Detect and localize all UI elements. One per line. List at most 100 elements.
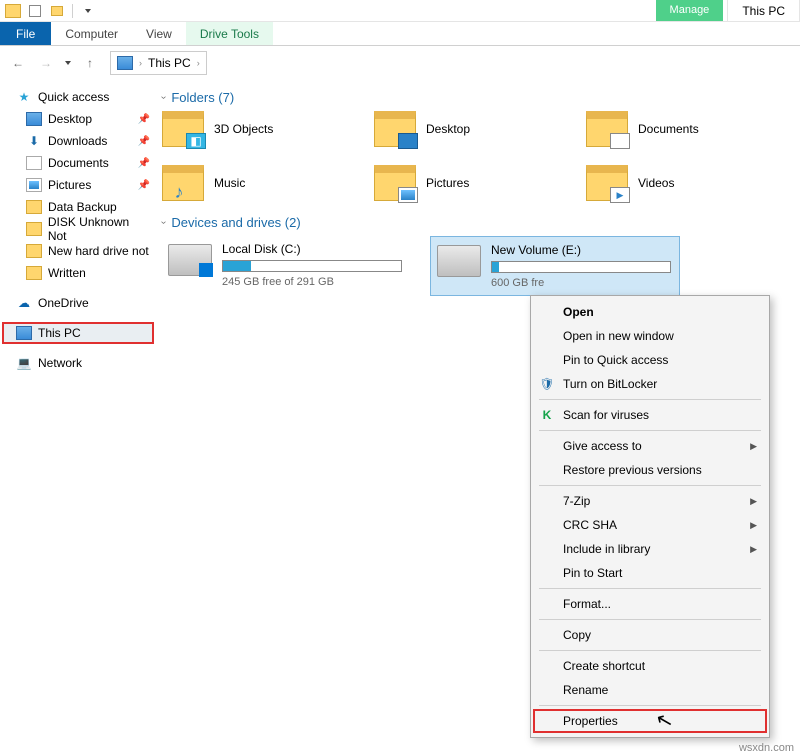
ctx-crc-sha[interactable]: CRC SHA▶ xyxy=(533,513,767,537)
folder-icon xyxy=(586,165,628,201)
drives-header[interactable]: › Devices and drives (2) xyxy=(162,215,798,230)
pictures-icon xyxy=(26,178,42,192)
folder-documents[interactable]: Documents xyxy=(586,111,798,147)
pin-icon: 📌 xyxy=(138,158,150,169)
this-pc-icon xyxy=(16,326,32,340)
back-button[interactable]: ← xyxy=(6,51,30,75)
ctx-copy[interactable]: Copy xyxy=(533,623,767,647)
folder-icon xyxy=(26,222,42,236)
drive-icon xyxy=(437,245,481,277)
submenu-arrow-icon: ▶ xyxy=(750,441,757,452)
breadcrumb-location[interactable]: This PC xyxy=(148,56,191,70)
ctx-open[interactable]: Open xyxy=(533,300,767,324)
tree-new-hard-drive[interactable]: New hard drive not xyxy=(2,240,154,262)
ribbon-computer[interactable]: Computer xyxy=(51,22,132,45)
ctx-include-library[interactable]: Include in library▶ xyxy=(533,537,767,561)
ctx-properties[interactable]: Properties xyxy=(533,709,767,733)
ctx-scan-viruses[interactable]: KScan for viruses xyxy=(533,403,767,427)
ctx-7zip[interactable]: 7-Zip▶ xyxy=(533,489,767,513)
folder-label: Pictures xyxy=(426,176,469,190)
folder-icon: ♪ xyxy=(162,165,204,201)
ctx-pin-start[interactable]: Pin to Start xyxy=(533,561,767,585)
folder-label: Videos xyxy=(638,176,674,190)
explorer-icon[interactable] xyxy=(4,2,22,20)
this-pc-icon xyxy=(117,56,133,70)
document-icon xyxy=(26,156,42,170)
folder-3d-objects[interactable]: ◧ 3D Objects xyxy=(162,111,374,147)
drive-e[interactable]: New Volume (E:) 600 GB fre xyxy=(430,236,680,296)
tree-network[interactable]: 💻 Network xyxy=(2,352,154,374)
tree-onedrive[interactable]: ☁ OneDrive xyxy=(2,292,154,314)
tree-downloads[interactable]: ⬇ Downloads 📌 xyxy=(2,130,154,152)
tree-label: Downloads xyxy=(48,134,107,148)
folder-pictures[interactable]: Pictures xyxy=(374,165,586,201)
tree-disk-unknown[interactable]: DISK Unknown Not xyxy=(2,218,154,240)
drive-free-text: 245 GB free of 291 GB xyxy=(222,276,406,288)
manage-contextual-tab[interactable]: Manage xyxy=(656,0,724,21)
folder-icon xyxy=(586,111,628,147)
tree-quick-access[interactable]: ★ Quick access xyxy=(2,86,154,108)
folder-label: Documents xyxy=(638,122,699,136)
qat-customize-icon[interactable] xyxy=(79,2,97,20)
desktop-icon xyxy=(26,112,42,126)
tree-written[interactable]: Written xyxy=(2,262,154,284)
folders-header[interactable]: › Folders (7) xyxy=(162,90,798,105)
folder-videos[interactable]: Videos xyxy=(586,165,798,201)
chevron-right-icon: › xyxy=(139,58,142,68)
recent-locations-button[interactable] xyxy=(62,51,74,75)
up-button[interactable]: ↑ xyxy=(78,51,102,75)
ribbon-view[interactable]: View xyxy=(132,22,186,45)
ctx-separator xyxy=(539,705,761,706)
tree-desktop[interactable]: Desktop 📌 xyxy=(2,108,154,130)
ribbon: File Computer View Drive Tools xyxy=(0,22,800,46)
pictures-overlay-icon xyxy=(398,187,418,203)
pin-icon: 📌 xyxy=(138,136,150,147)
tree-label: Written xyxy=(48,266,86,280)
folder-icon xyxy=(26,200,42,214)
ribbon-drive-tools[interactable]: Drive Tools xyxy=(186,22,273,45)
properties-icon[interactable] xyxy=(26,2,44,20)
ctx-give-access[interactable]: Give access to▶ xyxy=(533,434,767,458)
tree-pictures[interactable]: Pictures 📌 xyxy=(2,174,154,196)
cloud-icon: ☁ xyxy=(16,296,32,310)
ribbon-file[interactable]: File xyxy=(0,22,51,45)
drive-c[interactable]: Local Disk (C:) 245 GB free of 291 GB xyxy=(162,236,412,296)
qat-separator xyxy=(72,4,73,18)
drive-usage-bar xyxy=(491,261,671,273)
tree-this-pc[interactable]: This PC xyxy=(2,322,154,344)
pin-icon: 📌 xyxy=(138,114,150,125)
drive-icon xyxy=(168,244,212,276)
ctx-separator xyxy=(539,430,761,431)
navigation-pane: ★ Quick access Desktop 📌 ⬇ Downloads 📌 D… xyxy=(0,80,156,756)
ctx-open-new-window[interactable]: Open in new window xyxy=(533,324,767,348)
3d-overlay-icon: ◧ xyxy=(186,133,206,149)
ctx-pin-quick-access[interactable]: Pin to Quick access xyxy=(533,348,767,372)
tree-label: DISK Unknown Not xyxy=(48,215,150,243)
context-menu: Open Open in new window Pin to Quick acc… xyxy=(530,295,770,738)
folder-icon xyxy=(26,266,42,280)
ctx-create-shortcut[interactable]: Create shortcut xyxy=(533,654,767,678)
tree-label: This PC xyxy=(38,326,81,340)
tree-label: Network xyxy=(38,356,82,370)
new-folder-icon[interactable] xyxy=(48,2,66,20)
ctx-rename[interactable]: Rename xyxy=(533,678,767,702)
ctx-bitlocker[interactable]: 🛡Turn on BitLocker xyxy=(533,372,767,396)
address-bar[interactable]: › This PC › xyxy=(110,51,207,75)
tree-documents[interactable]: Documents 📌 xyxy=(2,152,154,174)
folder-music[interactable]: ♪ Music xyxy=(162,165,374,201)
forward-button[interactable]: → xyxy=(34,51,58,75)
network-icon: 💻 xyxy=(16,356,32,370)
ctx-separator xyxy=(539,485,761,486)
section-label: Folders (7) xyxy=(171,90,234,105)
watermark: wsxdn.com xyxy=(739,742,794,754)
music-overlay-icon: ♪ xyxy=(169,184,189,200)
folder-desktop[interactable]: Desktop xyxy=(374,111,586,147)
tree-label: Desktop xyxy=(48,112,92,126)
ctx-restore-previous[interactable]: Restore previous versions xyxy=(533,458,767,482)
pin-icon: 📌 xyxy=(138,180,150,191)
folder-icon xyxy=(374,111,416,147)
star-icon: ★ xyxy=(16,90,32,104)
chevron-down-icon: › xyxy=(158,221,169,224)
ctx-separator xyxy=(539,619,761,620)
ctx-format[interactable]: Format... xyxy=(533,592,767,616)
